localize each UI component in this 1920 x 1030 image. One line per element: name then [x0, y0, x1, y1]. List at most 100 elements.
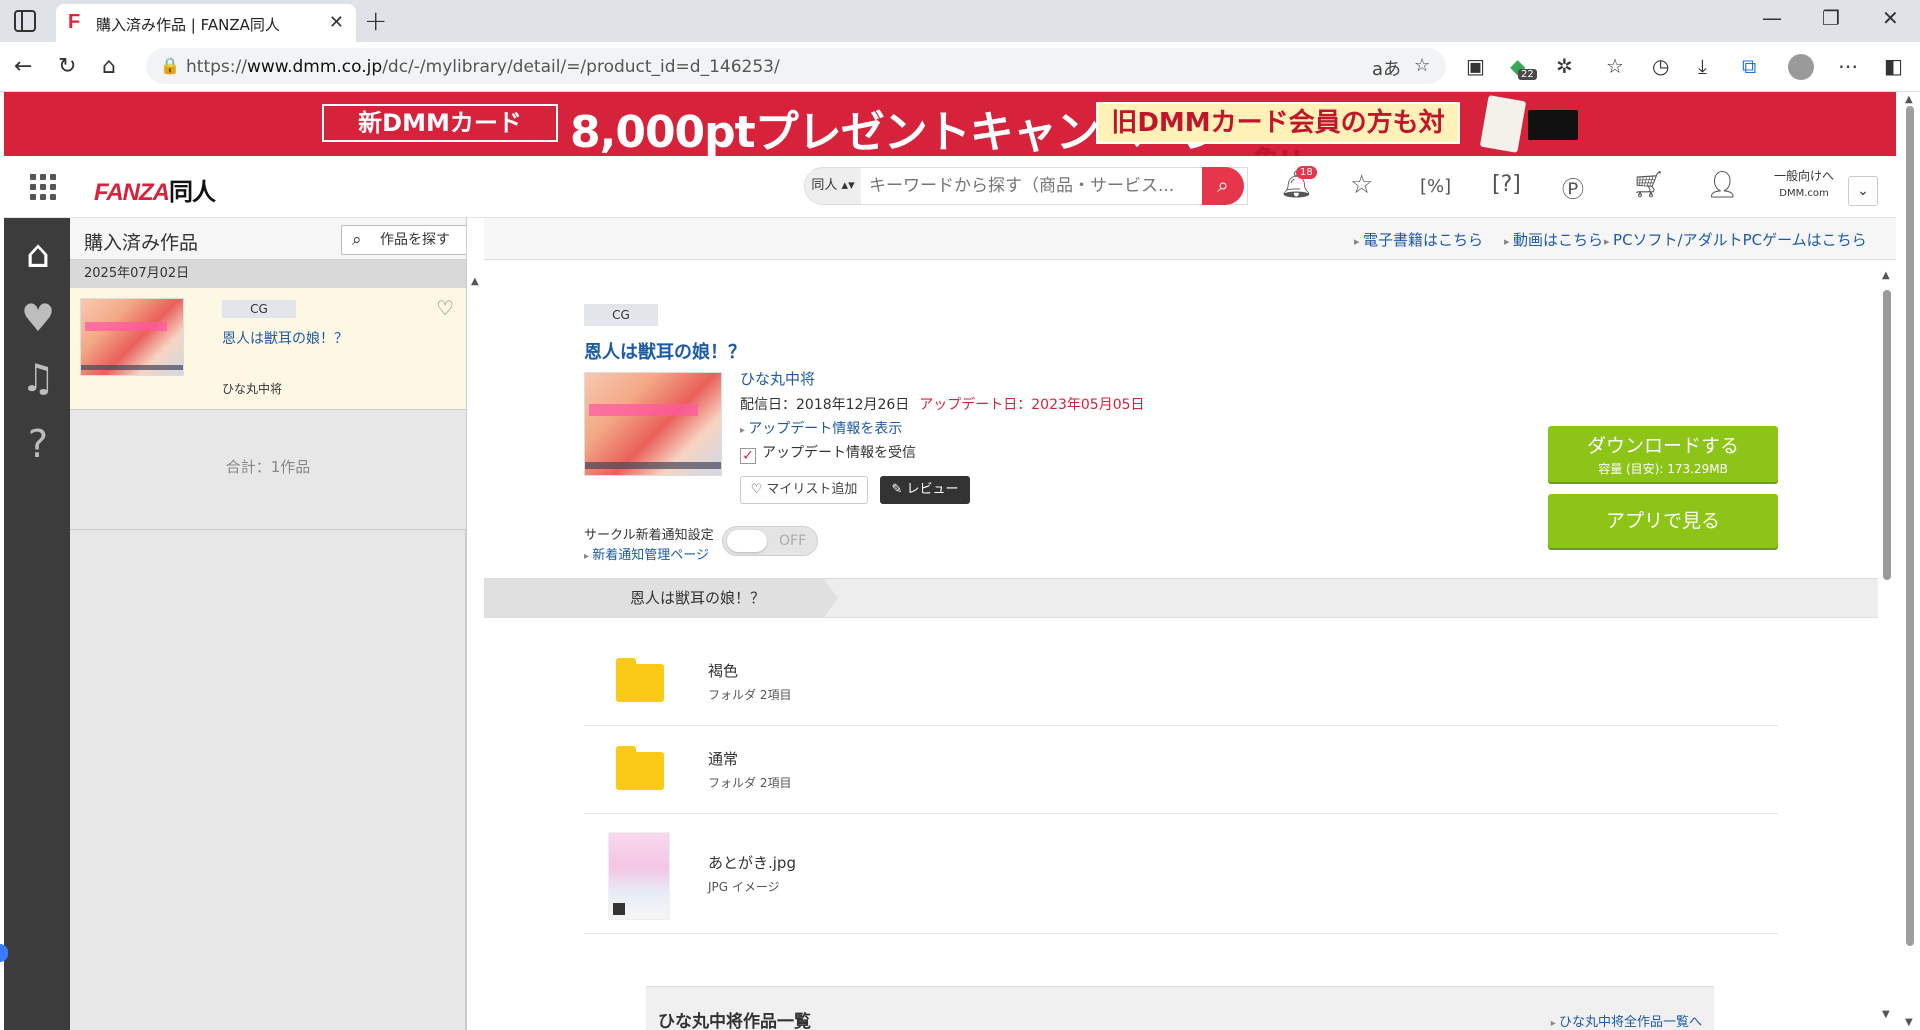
view-in-app-button[interactable]: アプリで見る	[1548, 494, 1778, 548]
heart-outline-icon: ♡	[750, 482, 767, 497]
extension-badge: 22	[1518, 69, 1537, 80]
scroll-up-icon[interactable]: ▲	[471, 276, 479, 287]
site-header: FANZA同人 同人 ▴▾ ⌕ 🔔︎ 18 ☆ [%] [?] Ⓟ 🛒︎ 👤︎ …	[4, 156, 1896, 218]
search-category-select[interactable]: 同人 ▴▾	[805, 168, 861, 204]
extension-icon[interactable]: ▣	[1466, 54, 1485, 78]
lock-icon[interactable]: 🔒	[160, 56, 180, 75]
collections-icon[interactable]: ⧉	[1742, 54, 1756, 78]
update-info-link[interactable]: アップデート情報を表示	[740, 418, 902, 438]
tab-title: 購入済み作品 | FANZA同人	[96, 16, 280, 34]
refresh-icon[interactable]: ↻	[58, 54, 76, 79]
work-thumbnail[interactable]	[80, 298, 184, 376]
fanza-logo[interactable]: FANZA同人	[94, 172, 216, 207]
file-row[interactable]: 通常 フォルダ 2項目	[584, 726, 1778, 814]
profile-avatar[interactable]	[1788, 54, 1814, 80]
search-input[interactable]	[869, 168, 1199, 204]
home-icon[interactable]: ⌂	[18, 234, 58, 274]
checkmark-icon: ✓	[740, 448, 756, 464]
work-detail: CG 恩人は獣耳の娘！？ ひな丸中将 配信日：2018年12月26日 アップデート…	[484, 260, 1878, 1030]
scroll-up-icon[interactable]: ▲	[1905, 94, 1913, 105]
cart-icon[interactable]: 🛒︎	[1632, 170, 1665, 200]
tab-actions-icon[interactable]	[14, 10, 36, 32]
work-author: ひな丸中将	[222, 382, 283, 396]
scroll-up-icon[interactable]: ▲	[1882, 270, 1890, 281]
detail-title: 恩人は獣耳の娘！？	[584, 342, 746, 363]
download-icon[interactable]: ⤓	[1698, 54, 1707, 78]
detail-category-tag: CG	[584, 304, 658, 326]
add-mylist-button[interactable]: ♡ マイリスト追加	[740, 476, 868, 504]
file-name: 通常	[708, 750, 739, 768]
receive-update-checkbox[interactable]: ✓ アップデート情報を受信	[740, 442, 916, 464]
ebook-link[interactable]: 電子書籍はこちら	[1354, 229, 1483, 250]
circle-notify-label: サークル新着通知設定	[584, 528, 714, 543]
point-icon[interactable]: Ⓟ	[1562, 172, 1584, 204]
author-all-works-link[interactable]: ひな丸中将全作品一覧へ	[1551, 1011, 1702, 1030]
file-row[interactable]: あとがき.jpg JPG イメージ	[584, 814, 1778, 934]
file-row[interactable]: 褐色 フォルダ 2項目	[584, 638, 1778, 726]
notification-count: 18	[1296, 166, 1317, 179]
favorite-star-icon[interactable]: ☆	[1414, 55, 1430, 76]
help-bubble-icon[interactable]: [?]	[1492, 172, 1521, 197]
search-icon: ⌕	[352, 230, 362, 250]
search-box: 同人 ▴▾	[804, 167, 1248, 205]
general-link[interactable]: 一般向けへ DMM.com	[1774, 168, 1834, 202]
read-aloud-icon[interactable]: aあ	[1372, 55, 1401, 81]
list-item[interactable]: CG 恩人は獣耳の娘！？ ひな丸中将 ♡	[70, 288, 466, 410]
campaign-banner[interactable]: 新DMMカード 8,000ptプレゼントキャンペーン 旧DMMカード会員の方も対…	[4, 92, 1896, 176]
help-icon[interactable]: ?	[18, 424, 58, 464]
music-icon[interactable]: ♫	[18, 358, 58, 398]
service-grid-icon[interactable]	[30, 174, 56, 200]
find-works-button[interactable]: ⌕ 作品を探す	[341, 225, 467, 255]
category-links: 電子書籍はこちら 動画はこちら PCソフト/アダルトPCゲームはこちら	[484, 218, 1896, 260]
close-tab-icon[interactable]: ✕	[329, 12, 344, 33]
library-scrollbar[interactable]: ▲	[466, 218, 484, 1030]
home-icon[interactable]: ⌂	[102, 54, 116, 79]
url-text[interactable]: https://www.dmm.co.jp/dc/-/mylibrary/det…	[186, 57, 780, 77]
root-folder-tab[interactable]: 恩人は獣耳の娘！？	[484, 579, 838, 617]
detail-scrollbar[interactable]: ▲ ▼	[1878, 260, 1896, 1030]
minimize-icon[interactable]: —	[1762, 6, 1782, 30]
address-row: ← ↻ ⌂ 🔒 https://www.dmm.co.jp/dc/-/mylib…	[0, 42, 1920, 92]
puzzle-icon[interactable]: ✲	[1556, 54, 1573, 78]
detail-dates: 配信日：2018年12月26日 アップデート日：2023年05月05日	[740, 397, 1145, 413]
review-button[interactable]: ✎ レビュー	[880, 476, 970, 504]
user-icon[interactable]: 👤︎	[1706, 170, 1739, 200]
browser-tab-bar: F 購入済み作品 | FANZA同人 ✕ + — ❐ ✕	[0, 0, 1920, 42]
file-meta: フォルダ 2項目	[708, 776, 792, 790]
library-total-area: 合計：1作品	[70, 410, 466, 530]
author-works-section: ひな丸中将作品一覧 ひな丸中将全作品一覧へ	[646, 986, 1714, 1030]
sidebar-toggle-icon[interactable]: ◧	[1884, 54, 1903, 78]
chevron-down-icon[interactable]: ⌄	[1848, 176, 1878, 206]
library-header: 購入済み作品 ⌕ 作品を探す	[70, 218, 467, 260]
download-button[interactable]: ダウンロードする 容量 (目安): 173.29MB	[1548, 426, 1778, 482]
star-icon[interactable]: ☆	[1350, 170, 1373, 200]
browser-tab[interactable]: F 購入済み作品 | FANZA同人 ✕	[56, 4, 356, 42]
image-file-icon	[608, 832, 670, 920]
video-link[interactable]: 動画はこちら	[1504, 229, 1603, 250]
page-scrollbar[interactable]: ▲ ▼	[1900, 92, 1920, 1030]
scroll-thumb[interactable]	[1906, 106, 1914, 946]
search-button[interactable]: ⌕	[1202, 167, 1244, 205]
pc-game-link[interactable]: PCソフト/アダルトPCゲームはこちら	[1604, 229, 1867, 250]
detail-author-link[interactable]: ひな丸中将	[740, 368, 815, 389]
circle-notify-toggle[interactable]: OFF	[722, 526, 818, 556]
black-card-image-icon	[1528, 110, 1578, 140]
favorites-icon[interactable]: ☆	[1606, 54, 1624, 78]
scroll-down-icon[interactable]: ▼	[1882, 1009, 1890, 1020]
more-menu-icon[interactable]: ⋯	[1838, 54, 1858, 78]
scroll-thumb[interactable]	[1883, 290, 1891, 580]
work-title-link[interactable]: 恩人は獣耳の娘！？	[222, 328, 348, 348]
history-icon[interactable]: ◷	[1652, 54, 1669, 78]
notify-manage-link[interactable]: 新着通知管理ページ	[584, 544, 709, 563]
restore-icon[interactable]: ❐	[1822, 6, 1840, 30]
address-bar[interactable]: 🔒 https://www.dmm.co.jp/dc/-/mylibrary/d…	[146, 48, 1446, 84]
scroll-down-icon[interactable]: ▼	[1905, 1017, 1913, 1028]
close-window-icon[interactable]: ✕	[1882, 6, 1899, 30]
detail-thumbnail[interactable]	[584, 372, 722, 476]
back-icon[interactable]: ←	[14, 54, 32, 79]
heart-outline-icon[interactable]: ♡	[436, 296, 454, 320]
new-tab-icon[interactable]: +	[364, 4, 387, 37]
coupon-icon[interactable]: [%]	[1420, 176, 1451, 197]
pencil-icon: ✎	[891, 482, 907, 497]
heart-icon[interactable]: ♥	[18, 298, 58, 338]
